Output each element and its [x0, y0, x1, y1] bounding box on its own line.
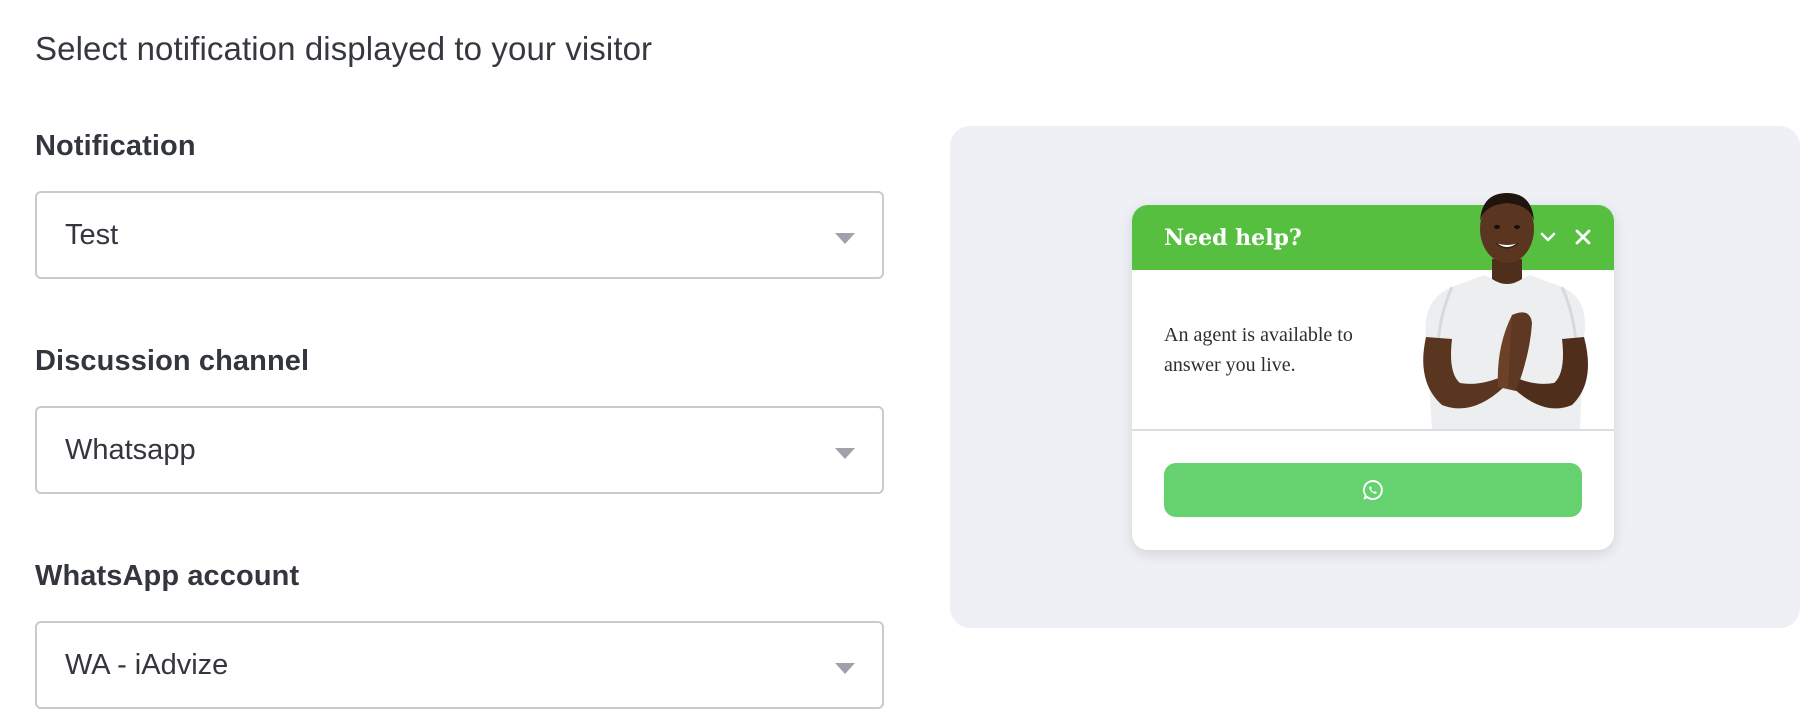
caret-down-icon: [835, 233, 855, 244]
whatsapp-start-button[interactable]: [1164, 463, 1582, 517]
caret-down-icon: [835, 448, 855, 459]
notification-label: Notification: [35, 130, 196, 162]
widget-title: Need help?: [1164, 225, 1302, 251]
discussion-channel-select[interactable]: Whatsapp: [35, 406, 884, 494]
caret-down-icon: [835, 663, 855, 674]
whatsapp-icon: [1362, 480, 1383, 500]
notification-preview-panel: Need help? An agent is available to answ…: [950, 126, 1800, 628]
page-title: Select notification displayed to your vi…: [35, 30, 653, 67]
chat-widget-preview: Need help? An agent is available to answ…: [1132, 193, 1614, 550]
whatsapp-account-label: WhatsApp account: [35, 560, 300, 592]
widget-message: An agent is available to answer you live…: [1164, 324, 1353, 376]
notification-select[interactable]: Test: [35, 191, 884, 279]
notification-select-value: Test: [65, 218, 119, 251]
whatsapp-account-select-value: WA - iAdvize: [65, 648, 229, 681]
whatsapp-account-select[interactable]: WA - iAdvize: [35, 621, 884, 709]
widget-divider: [1132, 429, 1614, 431]
agent-photo: [1423, 193, 1588, 429]
discussion-channel-label: Discussion channel: [35, 345, 310, 377]
discussion-channel-select-value: Whatsapp: [65, 433, 196, 466]
